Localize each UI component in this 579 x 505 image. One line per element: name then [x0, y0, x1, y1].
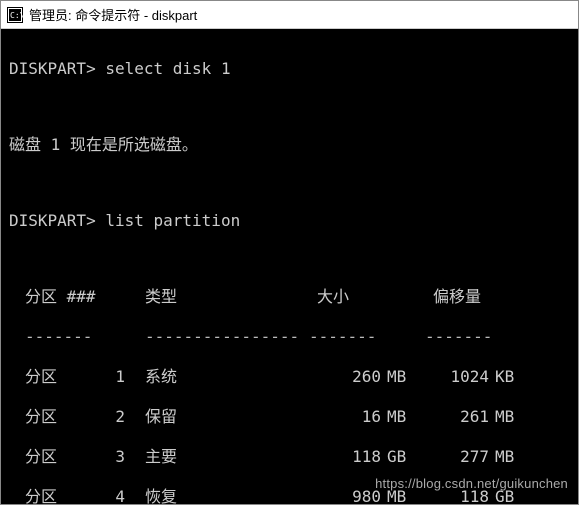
- cmd-list-partition: list partition: [105, 211, 240, 230]
- hdr-size: 大小: [301, 287, 381, 307]
- cmd-select-disk: select disk 1: [105, 59, 230, 78]
- table-row: 分区 3 主要 118 GB 277 MB: [9, 447, 570, 467]
- prompt: DISKPART>: [9, 59, 96, 78]
- cmd-icon: C:\: [7, 7, 23, 23]
- svg-text:C:\: C:\: [10, 11, 23, 20]
- table-divider: ------- ---------------- ------- -------: [9, 327, 570, 347]
- hdr-type: 类型: [145, 287, 301, 307]
- prompt: DISKPART>: [9, 211, 96, 230]
- table-row: 分区 1 系统 260 MB 1024 KB: [9, 367, 570, 387]
- hdr-offset: 偏移量: [417, 287, 489, 307]
- cmd-window: C:\ 管理员: 命令提示符 - diskpart DISKPART> sele…: [0, 0, 579, 505]
- watermark: https://blog.csdn.net/guikunchen: [375, 476, 568, 492]
- table-row: 分区 2 保留 16 MB 261 MB: [9, 407, 570, 427]
- terminal-output[interactable]: DISKPART> select disk 1 磁盘 1 现在是所选磁盘。 DI…: [1, 29, 578, 504]
- titlebar[interactable]: C:\ 管理员: 命令提示符 - diskpart: [1, 1, 578, 29]
- table-header: 分区 ### 类型 大小 偏移量: [9, 287, 570, 307]
- resp-disk-selected: 磁盘 1 现在是所选磁盘。: [9, 135, 570, 155]
- hdr-partition: 分区 ###: [25, 287, 97, 307]
- window-title: 管理员: 命令提示符 - diskpart: [29, 5, 197, 24]
